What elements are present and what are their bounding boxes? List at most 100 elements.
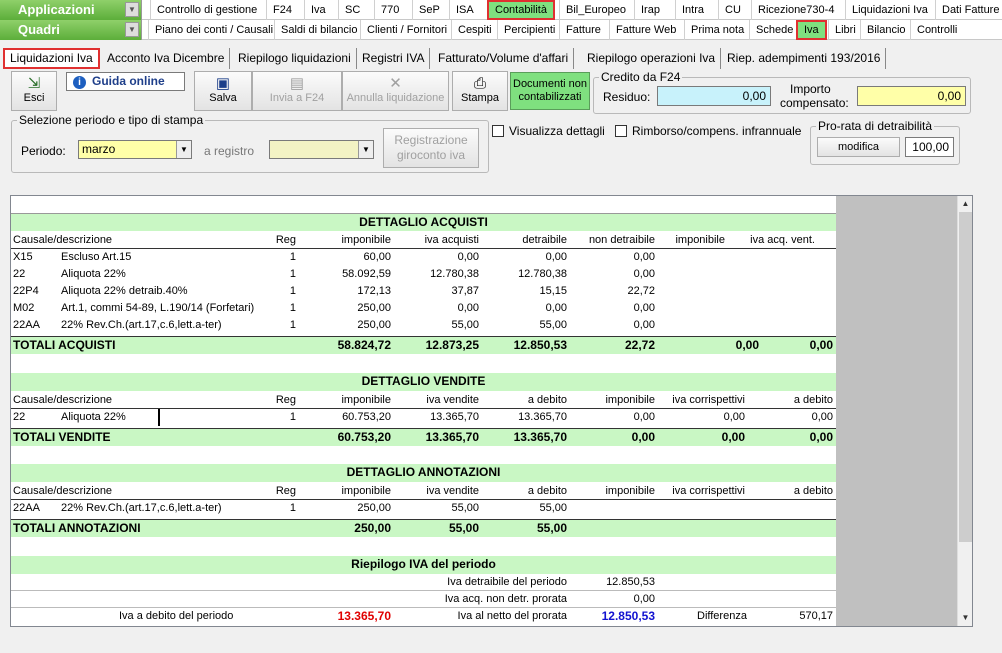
table-row[interactable]: M02 Art.1, commi 54-89, L.190/14 (Forfeta… <box>11 300 836 317</box>
totali-annotazioni-row: TOTALI ANNOTAZIONI 250,00 55,00 55,00 <box>11 519 836 537</box>
col-iva-corrispettivi: iva corrispettivi <box>672 394 745 406</box>
table-row[interactable]: 22 Aliquota 22% 1 60.753,20 13.365,70 13… <box>11 409 836 426</box>
tab-fatturato[interactable]: Fatturato/Volume d'affari <box>433 48 575 69</box>
tab-riepilogo-operazioni[interactable]: Riepilogo operazioni Iva <box>582 48 722 69</box>
quadri-dropdown[interactable]: Quadri ▼ <box>0 20 142 40</box>
cell-a-debito: 13.365,70 <box>518 411 567 423</box>
visualizza-dettagli-checkbox[interactable] <box>492 125 504 137</box>
menu-bilancio[interactable]: Bilancio <box>860 20 912 40</box>
cell-descrizione: Art.1, commi 54-89, L.190/14 (Forfetari) <box>61 302 255 314</box>
cell-iva-vendite: 55,00 <box>451 502 479 514</box>
residuo-field[interactable]: 0,00 <box>657 86 771 106</box>
annulla-liquidazione-button[interactable]: ✕ Annulla liquidazione <box>342 71 449 111</box>
col-imponibile: imponibile <box>341 234 391 246</box>
menu-controllo-gestione[interactable]: Controllo di gestione <box>150 0 263 20</box>
periodo-select[interactable]: marzo ▼ <box>78 140 192 159</box>
menu-liquidazioni-iva[interactable]: Liquidazioni Iva <box>845 0 934 20</box>
chevron-down-icon[interactable]: ▼ <box>358 141 373 158</box>
menu-libri[interactable]: Libri <box>828 20 862 40</box>
registrazione-giroconto-button[interactable]: Registrazione giroconto iva <box>383 128 479 168</box>
riepilogo-row-nondetr: Iva acq. non detr. prorata 0,00 <box>11 591 836 608</box>
annotazioni-header-row: Causale/descrizione Reg imponibile iva v… <box>11 483 836 500</box>
menu-fatture-web[interactable]: Fatture Web <box>609 20 682 40</box>
cell-descrizione[interactable]: Aliquota 22% <box>61 409 160 426</box>
tab-riepilogo-liquidazioni[interactable]: Riepilogo liquidazioni <box>233 48 357 69</box>
scroll-down-icon[interactable]: ▼ <box>958 610 972 625</box>
documenti-non-contabilizzati-button[interactable]: Documenti non contabilizzati <box>510 72 590 110</box>
menu-clienti-fornitori[interactable]: Clienti / Fornitori <box>360 20 453 40</box>
menu-percipienti[interactable]: Percipienti <box>497 20 561 40</box>
scrollbar-thumb[interactable] <box>959 212 972 542</box>
table-row[interactable]: 22P4 Aliquota 22% detraib.40% 1 172,13 37,87… <box>11 283 836 300</box>
guida-online-button[interactable]: i Guida online <box>66 72 185 91</box>
table-row[interactable]: 22 Aliquota 22% 1 58.092,59 12.780,38 12.780,… <box>11 266 836 283</box>
cell-descrizione: Aliquota 22% <box>61 268 126 280</box>
menu-bil-europeo[interactable]: Bil_Europeo <box>559 0 632 20</box>
invia-label: Invia a F24 <box>269 92 325 104</box>
menu-irap[interactable]: Irap <box>634 0 666 20</box>
tab-acconto-iva[interactable]: Acconto Iva Dicembre <box>102 48 231 69</box>
send-icon: ▤ <box>289 75 305 92</box>
col-a-debito: a debito <box>527 394 567 406</box>
menu-contabilita[interactable]: Contabilità <box>487 0 555 20</box>
menu-bar-bottom: Quadri ▼ Piano dei conti / Causali Saldi … <box>0 20 1002 40</box>
esci-button[interactable]: ⇲ Esci <box>11 71 57 111</box>
stampa-button[interactable]: ⎙ Stampa <box>452 71 508 111</box>
menu-schede[interactable]: Schede <box>749 20 799 40</box>
debito-value: 13.365,70 <box>337 609 391 623</box>
menu-intra[interactable]: Intra <box>675 0 710 20</box>
riepilogo-row-totali: Iva a debito del periodo 13.365,70 Iva a… <box>11 608 836 625</box>
vertical-scrollbar[interactable]: ▲ ▼ <box>957 196 972 626</box>
menu-dati-fatture[interactable]: Dati Fatture <box>935 0 1002 20</box>
invia-f24-button[interactable]: ▤ Invia a F24 <box>252 71 342 111</box>
table-row[interactable]: X15 Escluso Art.15 1 60,00 0,00 0,00 0,00 <box>11 249 836 266</box>
menu-ricezione730[interactable]: Ricezione730-4 <box>751 0 840 20</box>
menu-isa[interactable]: ISA <box>449 0 480 20</box>
prorata-field[interactable]: 100,00 <box>905 137 954 157</box>
menu-cu[interactable]: CU <box>718 0 747 20</box>
menu-sc[interactable]: SC <box>338 0 366 20</box>
menu-f24[interactable]: F24 <box>266 0 298 20</box>
cell-iva-acquisti: 37,87 <box>451 285 479 297</box>
salva-button[interactable]: ▣ Salva <box>194 71 252 111</box>
annotazioni-title: DETTAGLIO ANNOTAZIONI <box>346 465 501 479</box>
menu-iva-quadri[interactable]: Iva <box>796 20 827 40</box>
menu-piano-conti[interactable]: Piano dei conti / Causali <box>148 20 279 40</box>
importo-compensato-field[interactable]: 0,00 <box>857 86 966 106</box>
chevron-down-icon[interactable]: ▼ <box>125 22 139 37</box>
differenza-label: Differenza <box>697 610 747 622</box>
col-imponibile: imponibile <box>341 394 391 406</box>
menu-770[interactable]: 770 <box>374 0 405 20</box>
chevron-down-icon[interactable]: ▼ <box>125 2 139 17</box>
cell-non-detraibile: 22,72 <box>627 285 655 297</box>
cell-non-detraibile: 0,00 <box>633 251 655 263</box>
menu-prima-nota[interactable]: Prima nota <box>684 20 750 40</box>
modifica-prorata-button[interactable]: modifica <box>817 137 900 157</box>
tab-registri-iva[interactable]: Registri IVA <box>357 48 431 69</box>
annulla-label: Annulla liquidazione <box>346 92 445 104</box>
tab-liquidazioni-iva[interactable]: Liquidazioni Iva <box>3 48 100 69</box>
scroll-up-icon[interactable]: ▲ <box>958 196 972 211</box>
chevron-down-icon[interactable]: ▼ <box>176 141 191 158</box>
tot-a-debito-2: 0,00 <box>809 430 833 444</box>
cell-descrizione: Aliquota 22% detraib.40% <box>61 285 188 297</box>
tab-riep-adempimenti[interactable]: Riep. adempimenti 193/2016 <box>722 48 887 69</box>
menu-cespiti[interactable]: Cespiti <box>451 20 498 40</box>
applicazioni-dropdown[interactable]: Applicazioni ▼ <box>0 0 142 20</box>
menu-sep[interactable]: SeP <box>412 0 446 20</box>
registro-select[interactable]: ▼ <box>269 140 374 159</box>
table-row[interactable]: 22AA 22% Rev.Ch.(art.17,c.6,lett.a-ter) … <box>11 500 836 517</box>
menu-saldi-bilancio[interactable]: Saldi di bilancio <box>274 20 363 40</box>
menu-controlli[interactable]: Controlli <box>910 20 963 40</box>
col-non-detraibile: non detraibile <box>588 234 655 246</box>
rimborso-checkbox[interactable] <box>615 125 627 137</box>
tot-iva-corrispettivi: 0,00 <box>721 430 745 444</box>
col-detraibile: detraibile <box>522 234 567 246</box>
table-row[interactable]: 22AA 22% Rev.Ch.(art.17,c.6,lett.a-ter) 1 2… <box>11 317 836 334</box>
nondetr-label: Iva acq. non detr. prorata <box>444 593 567 605</box>
menu-fatture[interactable]: Fatture <box>559 20 607 40</box>
tot-iva-acq-vent: 0,00 <box>809 338 833 352</box>
prorata-legend: Pro-rata di detraibilità <box>818 119 933 133</box>
menu-iva[interactable]: Iva <box>304 0 332 20</box>
cell-imponibile: 58.092,59 <box>342 268 391 280</box>
